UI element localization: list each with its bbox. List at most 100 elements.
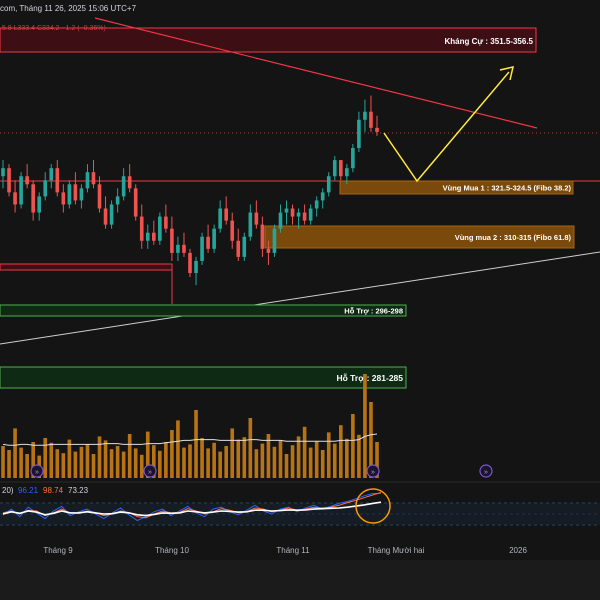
candle-body: [115, 196, 120, 205]
candle-body: [31, 184, 35, 213]
osc-legend-v3: 73.23: [68, 486, 89, 495]
volume-ma-line: [2, 433, 378, 446]
volume-bar: [158, 450, 162, 478]
volume-bar: [206, 448, 210, 478]
candle-body: [266, 248, 271, 253]
candle-body: [109, 204, 114, 225]
volume-bar: [357, 434, 361, 478]
candle-body: [182, 244, 186, 253]
candle-body: [314, 200, 319, 209]
replay-glyph: »: [484, 469, 488, 476]
replay-glyph: »: [148, 469, 152, 476]
candle-body: [284, 208, 289, 213]
candle-body: [67, 184, 72, 205]
volume-bar: [67, 439, 72, 478]
volume-bar: [97, 436, 102, 478]
candle-body: [351, 148, 355, 169]
volume-bar: [133, 448, 138, 478]
volume-bar: [79, 446, 84, 478]
volume-bar: [19, 447, 23, 478]
volume-bar: [302, 426, 307, 478]
candle-body: [85, 172, 90, 189]
volume-bar: [127, 434, 132, 478]
volume-bar: [176, 420, 180, 478]
volume-bar: [338, 425, 343, 478]
candles-group: [1, 95, 379, 286]
volume-bar: [345, 438, 349, 478]
volume-bar: [91, 454, 96, 478]
price-chart[interactable]: Kháng Cự : 351.5-356.5 Vùng Mua 1 : 321.…: [0, 0, 600, 600]
candle-body: [139, 216, 144, 241]
candle-body: [363, 111, 367, 120]
candle-body: [194, 260, 198, 274]
volume-bar: [314, 441, 319, 478]
volume-bar: [332, 443, 337, 478]
volume-bar: [363, 374, 367, 478]
resistance-zone-label: Kháng Cự : 351.5-356.5: [445, 37, 534, 46]
candle-body: [254, 212, 259, 225]
candle-body: [37, 196, 42, 213]
candle-body: [375, 127, 379, 132]
volume-bar: [224, 446, 229, 478]
support-zone-1-label: Hỗ Trợ : 296-298: [344, 307, 403, 316]
candle-body: [278, 212, 283, 229]
volume-bar: [242, 437, 247, 478]
candle-body: [338, 160, 343, 177]
osc-legend-v1: 96.21: [18, 486, 39, 495]
candle-body: [164, 216, 168, 229]
volume-bar: [61, 453, 66, 478]
volume-bar: [49, 442, 54, 478]
time-axis-label: Tháng 9: [43, 546, 73, 555]
volume-bar: [115, 446, 120, 478]
volume-bar: [188, 444, 192, 478]
candle-body: [43, 180, 48, 197]
volume-bar: [290, 445, 295, 478]
candle-body: [49, 168, 54, 181]
volume-bar: [85, 444, 90, 478]
candle-body: [13, 192, 17, 205]
candle-body: [308, 208, 313, 221]
volume-bar: [212, 442, 216, 478]
volume-bar: [230, 428, 235, 478]
candle-body: [206, 236, 210, 249]
volume-bar: [13, 428, 17, 478]
candle-body: [19, 176, 23, 205]
osc-band-fill: [0, 503, 600, 525]
support-zone-2-label: Hỗ Trợ : 281-285: [336, 373, 403, 383]
buy-zone-1-label: Vùng Mua 1 : 321.5-324.5 (Fibo 38.2): [443, 184, 572, 193]
volume-bar: [7, 450, 11, 478]
candle-body: [25, 176, 29, 185]
time-axis-label: Tháng 11: [276, 546, 310, 555]
candle-body: [332, 160, 337, 177]
volume-bar: [308, 447, 313, 478]
candle-body: [260, 224, 265, 249]
candle-body: [200, 236, 204, 261]
replay-glyph: »: [371, 469, 375, 476]
volume-bar: [103, 440, 108, 478]
volume-bar: [278, 440, 283, 478]
candle-body: [302, 212, 307, 221]
candle-body: [320, 192, 325, 201]
chart-screen: Kháng Cự : 351.5-356.5 Vùng Mua 1 : 321.…: [0, 0, 600, 600]
volume-bar: [109, 449, 114, 478]
volume-bar: [260, 443, 265, 478]
candle-body: [212, 228, 216, 249]
candle-body: [1, 168, 5, 177]
time-axis-label: Tháng Mười hai: [368, 546, 425, 555]
volume-bar: [73, 451, 78, 478]
candle-body: [103, 208, 108, 225]
candle-body: [145, 232, 150, 241]
candle-body: [230, 220, 235, 241]
candle-body: [188, 252, 192, 274]
projection-arrowhead: [499, 65, 515, 81]
candle-body: [218, 208, 222, 229]
candle-body: [272, 228, 277, 253]
candle-body: [357, 119, 361, 148]
candle-body: [133, 188, 138, 217]
projection-path[interactable]: [383, 71, 510, 183]
candle-body: [97, 184, 102, 209]
volume-bar: [139, 454, 144, 478]
candle-body: [158, 216, 162, 241]
chart-header-ohlc: .5.8 L333.4 C334.2 −1.2 (−0.36%): [0, 25, 106, 32]
replay-glyph: »: [35, 469, 39, 476]
